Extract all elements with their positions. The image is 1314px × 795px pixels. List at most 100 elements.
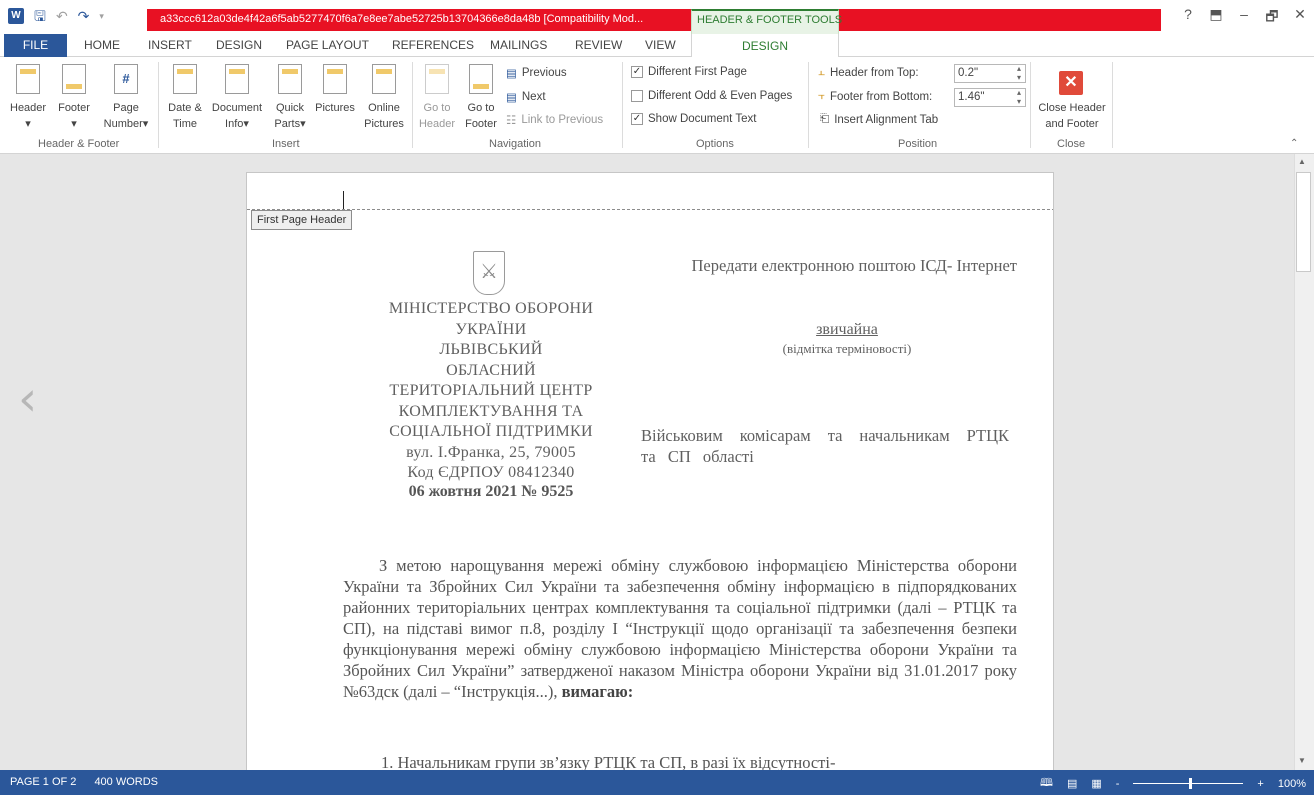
save-icon[interactable]: 🖫	[34, 8, 46, 24]
contextual-tab-label: HEADER & FOOTER TOOLS	[697, 14, 843, 26]
go-header-label-2: Header	[418, 118, 456, 130]
footer-from-bottom-input[interactable]: 1.46"	[954, 88, 1026, 107]
tab-insert[interactable]: INSERT	[148, 38, 192, 52]
scroll-down-icon[interactable]: ▼	[1298, 756, 1306, 765]
word-count[interactable]: 400 WORDS	[94, 776, 158, 788]
ministry-block: МІНІСТЕРСТВО ОБОРОНИ УКРАЇНИ ЛЬВІВСЬКИЙ …	[377, 299, 605, 484]
tab-review[interactable]: REVIEW	[575, 38, 622, 52]
zoom-slider[interactable]	[1133, 778, 1244, 789]
footer-position-icon: ⫟	[818, 90, 825, 102]
group-label-insert: Insert	[272, 138, 300, 150]
footer-button[interactable]: Footer ▾	[56, 64, 92, 132]
tab-page-layout[interactable]: PAGE LAYOUT	[286, 38, 369, 52]
word-icon[interactable]: W	[8, 8, 24, 24]
chevron-down-icon: ▾	[25, 118, 31, 130]
help-button[interactable]: ?	[1174, 6, 1202, 30]
previous-label: Previous	[521, 67, 567, 79]
tab-design[interactable]: DESIGN	[216, 38, 262, 52]
ministry-line: ТЕРИТОРІАЛЬНИЙ ЦЕНТР	[389, 382, 593, 399]
next-label: Next	[521, 91, 546, 103]
tab-home[interactable]: HOME	[84, 38, 120, 52]
go-to-footer-icon	[469, 64, 493, 94]
go-to-footer-button[interactable]: Go to Footer	[462, 64, 500, 132]
text-cursor	[343, 191, 344, 209]
read-mode-icon[interactable]: 🕮	[1040, 774, 1053, 793]
go-to-header-button[interactable]: Go to Header	[418, 64, 456, 132]
online-pictures-label-1: Online	[368, 102, 400, 114]
previous-button[interactable]: ▤ Previous	[506, 66, 567, 80]
collapse-ribbon-icon[interactable]: ⌃	[1290, 138, 1298, 149]
group-separator	[1030, 62, 1031, 148]
ministry-line: ЛЬВІВСЬКИЙ	[439, 341, 543, 358]
group-label-options: Options	[696, 138, 734, 150]
footer-from-bottom-label: ⫟ Footer from Bottom:	[818, 90, 932, 103]
show-document-text-checkbox[interactable]: ✓ Show Document Text	[631, 113, 756, 125]
footer-label: Footer	[58, 102, 90, 114]
pictures-button[interactable]: Pictures	[312, 64, 358, 116]
chevron-down-icon: ▾	[71, 118, 77, 130]
ministry-line: СОЦІАЛЬНОЇ ПІДТРИМКИ	[389, 423, 593, 440]
restore-button[interactable]: 🗗	[1258, 6, 1286, 30]
group-label-close: Close	[1057, 138, 1086, 150]
checkbox-unchecked	[631, 90, 643, 102]
redo-icon[interactable]: ↷	[78, 8, 90, 24]
zoom-in-button[interactable]: +	[1257, 778, 1263, 790]
close-hf-label-1: Close Header	[1038, 102, 1106, 114]
go-footer-label-2: Footer	[465, 118, 497, 130]
body-paragraph: З метою нарощування мережі обміну службо…	[343, 555, 1017, 702]
tab-references[interactable]: REFERENCES	[392, 38, 474, 52]
close-button[interactable]: ✕	[1286, 6, 1314, 30]
customize-qat-icon[interactable]: ▾	[99, 8, 104, 24]
tab-view[interactable]: VIEW	[645, 38, 676, 52]
group-separator	[622, 62, 623, 148]
page-number-label-2: Number	[103, 118, 143, 130]
insert-alignment-tab-button[interactable]: ⎗ Insert Alignment Tab	[820, 113, 938, 126]
zoom-level[interactable]: 100%	[1278, 778, 1306, 790]
date-time-label-1: Date &	[168, 102, 202, 114]
zoom-out-button[interactable]: -	[1116, 778, 1120, 790]
page-number-button[interactable]: # Page Number▾	[98, 64, 154, 132]
ribbon-display-options-icon[interactable]: ⬒	[1202, 6, 1230, 30]
tab-mailings[interactable]: MAILINGS	[490, 38, 547, 52]
chevron-down-icon: ▾	[300, 118, 306, 130]
checkbox-checked: ✓	[631, 66, 643, 78]
quick-parts-label-1: Quick	[275, 102, 305, 114]
previous-page-arrow-icon[interactable]: ‹	[18, 375, 37, 423]
minimize-button[interactable]: –	[1230, 6, 1258, 30]
undo-icon[interactable]: ↶	[56, 8, 68, 24]
header-button[interactable]: Header ▾	[10, 64, 46, 132]
ministry-line: КОМПЛЕКТУВАННЯ ТА	[398, 402, 584, 420]
print-layout-icon[interactable]: ▤	[1067, 777, 1077, 790]
different-first-page-checkbox[interactable]: ✓ Different First Page	[631, 66, 747, 78]
scroll-up-icon[interactable]: ▲	[1298, 157, 1306, 166]
header-from-top-text: Header from Top:	[829, 66, 919, 79]
quick-parts-button[interactable]: Quick Parts▾	[270, 64, 310, 132]
online-pictures-button[interactable]: Online Pictures	[362, 64, 406, 132]
group-separator	[1112, 62, 1113, 148]
tab-file[interactable]: FILE	[4, 34, 67, 57]
page-count[interactable]: PAGE 1 OF 2	[10, 776, 76, 788]
footer-from-bottom-text: Footer from Bottom:	[829, 90, 933, 103]
doc-info-label-1: Document	[211, 102, 263, 114]
next-button[interactable]: ▤ Next	[506, 90, 546, 104]
online-pictures-label-2: Pictures	[364, 118, 404, 130]
close-header-footer-icon[interactable]: ✕	[1059, 71, 1083, 95]
link-to-previous-button[interactable]: ☷ Link to Previous	[506, 113, 603, 127]
close-header-footer-button[interactable]: Close Header and Footer	[1034, 100, 1110, 132]
tab-hf-design[interactable]: DESIGN	[691, 34, 839, 58]
header-from-top-label: ⫠ Header from Top:	[818, 66, 919, 79]
urgency-note: (відмітка терміновості)	[782, 341, 912, 356]
header-boundary	[247, 209, 1053, 210]
scrollbar-thumb[interactable]	[1296, 172, 1311, 272]
insert-alignment-tab-label: Insert Alignment Tab	[834, 113, 939, 126]
document-page[interactable]: First Page Header ⚔ МІНІСТЕРСТВО ОБОРОНИ…	[246, 172, 1054, 772]
different-odd-even-checkbox[interactable]: Different Odd & Even Pages	[631, 90, 792, 102]
web-layout-icon[interactable]: ▦	[1091, 777, 1101, 790]
previous-icon: ▤	[506, 68, 517, 80]
header-from-top-input[interactable]: 0.2"	[954, 64, 1026, 83]
group-label-header-footer: Header & Footer	[38, 138, 120, 150]
addressee: Військовим комісарам та начальникам РТЦК…	[641, 426, 1009, 466]
date-time-button[interactable]: Date & Time	[163, 64, 207, 132]
urgency-value: звичайна	[816, 321, 878, 338]
document-info-button[interactable]: Document Info▾	[207, 64, 267, 132]
